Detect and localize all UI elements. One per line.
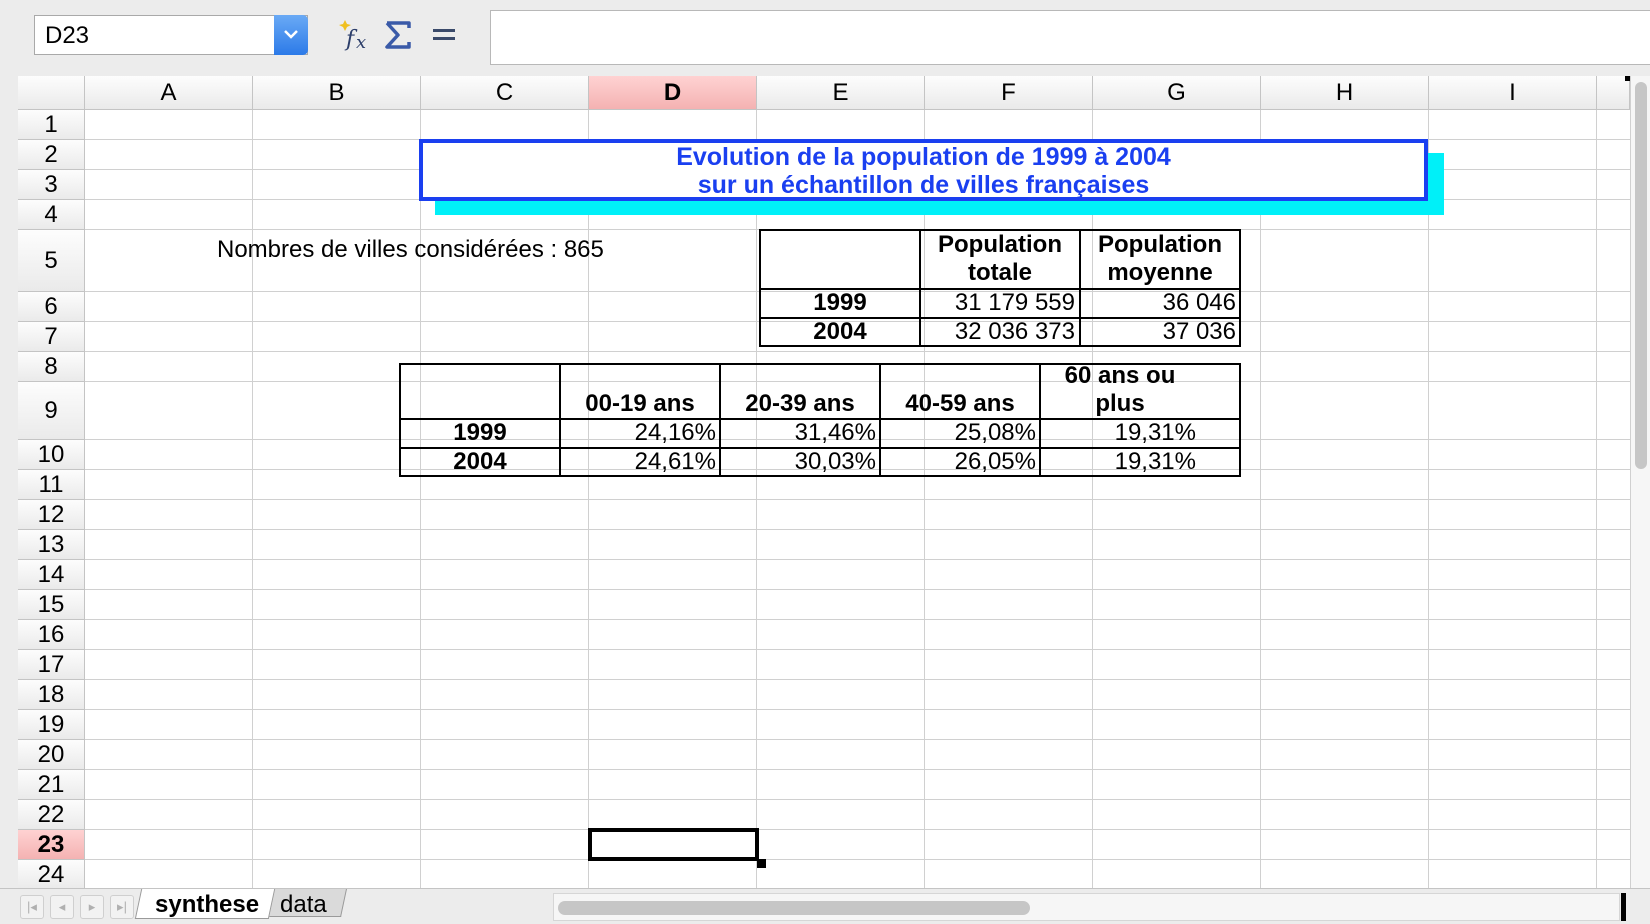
vertical-scroll-thumb[interactable] — [1635, 82, 1647, 469]
pop-average-1999: 36 046 — [1162, 289, 1236, 316]
age-row-year-2004: 2004 — [453, 448, 507, 475]
spreadsheet-grid: ABCDEFGHI 1 2 3 4 5 6 7 8 9 10 11 12 13 14 15 16 17 18 19 2… — [0, 0, 1650, 924]
header-40-59: 40-59 ans — [905, 390, 1015, 417]
age-1999-20-39: 31,46% — [794, 419, 876, 446]
header-population-totale: Population totale — [938, 231, 1062, 286]
grid-hline — [85, 679, 1630, 680]
grid-hline — [85, 709, 1630, 710]
first-sheet-icon[interactable]: |◂ — [20, 895, 44, 919]
grid-hline — [85, 829, 1630, 830]
column-header-a[interactable]: A — [85, 76, 253, 110]
grid-hline — [85, 559, 1630, 560]
age-2004-60-plus: 19,31% — [1114, 448, 1196, 475]
age-1999-40-59: 25,08% — [954, 419, 1036, 446]
grid-hline — [85, 769, 1630, 770]
row-header-19[interactable]: 19 — [18, 710, 85, 740]
header-population-moyenne: Population moyenne — [1098, 231, 1222, 286]
row-header-12[interactable]: 12 — [18, 500, 85, 530]
row-header-6[interactable]: 6 — [18, 292, 85, 322]
grid-hline — [85, 799, 1630, 800]
row-header-21[interactable]: 21 — [18, 770, 85, 800]
age-row-year-1999: 1999 — [453, 419, 507, 446]
horizontal-scroll-thumb[interactable] — [558, 901, 1030, 915]
horizontal-split-handle[interactable] — [1621, 893, 1626, 921]
column-header-b[interactable]: B — [253, 76, 421, 110]
prev-sheet-icon[interactable]: ◂ — [50, 895, 74, 919]
grid-hline — [85, 499, 1630, 500]
column-header-i[interactable]: I — [1429, 76, 1597, 110]
age-1999-60-plus: 19,31% — [1114, 419, 1196, 446]
row-header-13[interactable]: 13 — [18, 530, 85, 560]
horizontal-scrollbar[interactable] — [553, 893, 1620, 921]
pop-total-2004: 32 036 373 — [954, 318, 1075, 345]
age-1999-00-19: 24,16% — [634, 419, 716, 446]
cells-area[interactable]: Evolution de la population de 1999 à 200… — [85, 110, 1630, 888]
row-header-20[interactable]: 20 — [18, 740, 85, 770]
tab-data-label: data — [280, 891, 327, 918]
row-header-2[interactable]: 2 — [18, 140, 85, 170]
title-line-1: Evolution de la population de 1999 à 200… — [676, 143, 1171, 171]
select-all-corner[interactable] — [18, 76, 85, 110]
row-header-11[interactable]: 11 — [18, 470, 85, 500]
row-header-23[interactable]: 23 — [18, 830, 85, 860]
row-header-24[interactable]: 24 — [18, 860, 85, 890]
header-20-39: 20-39 ans — [745, 390, 855, 417]
selected-cell-d23[interactable] — [588, 828, 759, 861]
fill-handle[interactable] — [757, 859, 766, 868]
pop-row-year-1999: 1999 — [813, 289, 867, 316]
row-header-8[interactable]: 8 — [18, 352, 85, 382]
row-header-15[interactable]: 15 — [18, 590, 85, 620]
grid-hline — [85, 351, 1630, 352]
column-header-e[interactable]: E — [757, 76, 925, 110]
column-header-g[interactable]: G — [1093, 76, 1261, 110]
column-header-f[interactable]: F — [925, 76, 1093, 110]
sheet-tab-bar: |◂ ◂ ▸ ▸| data synthese — [0, 888, 1650, 924]
row-header-17[interactable]: 17 — [18, 650, 85, 680]
row-header-4[interactable]: 4 — [18, 200, 85, 230]
header-00-19: 00-19 ans — [585, 390, 695, 417]
row-header-9[interactable]: 9 — [18, 382, 85, 440]
vertical-scrollbar[interactable] — [1630, 76, 1650, 888]
column-header-d[interactable]: D — [589, 76, 757, 110]
row-header-18[interactable]: 18 — [18, 680, 85, 710]
row-header-7[interactable]: 7 — [18, 322, 85, 352]
grid-hline — [85, 529, 1630, 530]
column-header-h[interactable]: H — [1261, 76, 1429, 110]
row-header-10[interactable]: 10 — [18, 440, 85, 470]
row-header-16[interactable]: 16 — [18, 620, 85, 650]
row-header-14[interactable]: 14 — [18, 560, 85, 590]
column-header-c[interactable]: C — [421, 76, 589, 110]
population-table: Population totale Population moyenne 199… — [759, 229, 1241, 347]
column-header-j[interactable] — [1597, 76, 1630, 110]
grid-hline — [85, 589, 1630, 590]
pop-average-2004: 37 036 — [1162, 318, 1236, 345]
row-header-5[interactable]: 5 — [18, 230, 85, 292]
row-header-1[interactable]: 1 — [18, 110, 85, 140]
title-line-2: sur un échantillon de villes françaises — [697, 171, 1150, 199]
title-box[interactable]: Evolution de la population de 1999 à 200… — [419, 139, 1428, 201]
last-sheet-icon[interactable]: ▸| — [110, 895, 134, 919]
next-sheet-icon[interactable]: ▸ — [80, 895, 104, 919]
age-2004-00-19: 24,61% — [634, 448, 716, 475]
grid-hline — [85, 619, 1630, 620]
row-header-22[interactable]: 22 — [18, 800, 85, 830]
age-2004-40-59: 26,05% — [954, 448, 1036, 475]
grid-hline — [85, 739, 1630, 740]
grid-hline — [85, 859, 1630, 860]
pop-total-1999: 31 179 559 — [954, 289, 1075, 316]
tab-synthese-label: synthese — [155, 891, 260, 918]
age-2004-20-39: 30,03% — [794, 448, 876, 475]
age-table: 00-19 ans 20-39 ans 40-59 ans 60 ans ou … — [399, 362, 1241, 477]
city-count-text: Nombres de villes considérées : 865 — [217, 236, 604, 263]
header-60-plus: 60 ans ou plus — [1064, 362, 1176, 417]
row-header-3[interactable]: 3 — [18, 170, 85, 200]
grid-hline — [85, 649, 1630, 650]
pop-row-year-2004: 2004 — [813, 318, 867, 345]
